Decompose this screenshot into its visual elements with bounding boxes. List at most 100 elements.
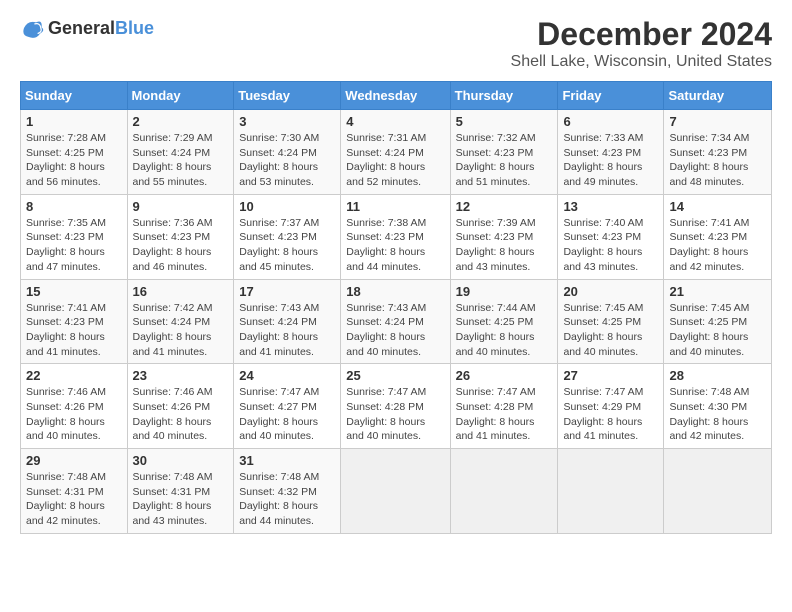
calendar-week-row: 15 Sunrise: 7:41 AM Sunset: 4:23 PM Dayl… xyxy=(21,279,772,364)
sunrise-label: Sunrise: 7:37 AM xyxy=(239,217,319,229)
daylight-minutes: and 52 minutes. xyxy=(346,176,421,188)
calendar-cell: 4 Sunrise: 7:31 AM Sunset: 4:24 PM Dayli… xyxy=(341,110,450,195)
daylight-minutes: and 40 minutes. xyxy=(669,346,744,358)
sunset-label: Sunset: 4:31 PM xyxy=(133,486,211,498)
calendar-cell: 15 Sunrise: 7:41 AM Sunset: 4:23 PM Dayl… xyxy=(21,279,128,364)
day-info: Sunrise: 7:29 AM Sunset: 4:24 PM Dayligh… xyxy=(133,131,229,190)
calendar-header-row: SundayMondayTuesdayWednesdayThursdayFrid… xyxy=(21,82,772,110)
daylight-label: Daylight: 8 hours xyxy=(346,161,425,173)
sunrise-label: Sunrise: 7:35 AM xyxy=(26,217,106,229)
daylight-minutes: and 40 minutes. xyxy=(346,430,421,442)
daylight-minutes: and 40 minutes. xyxy=(26,430,101,442)
sunrise-label: Sunrise: 7:43 AM xyxy=(346,302,426,314)
daylight-label: Daylight: 8 hours xyxy=(26,500,105,512)
sunrise-label: Sunrise: 7:46 AM xyxy=(133,386,213,398)
daylight-minutes: and 49 minutes. xyxy=(563,176,638,188)
header-cell-saturday: Saturday xyxy=(664,82,772,110)
header-cell-tuesday: Tuesday xyxy=(234,82,341,110)
sunset-label: Sunset: 4:29 PM xyxy=(563,401,641,413)
sunset-label: Sunset: 4:25 PM xyxy=(669,316,747,328)
sunset-label: Sunset: 4:27 PM xyxy=(239,401,317,413)
sunrise-label: Sunrise: 7:36 AM xyxy=(133,217,213,229)
day-info: Sunrise: 7:36 AM Sunset: 4:23 PM Dayligh… xyxy=(133,216,229,275)
sunset-label: Sunset: 4:23 PM xyxy=(239,231,317,243)
sunrise-label: Sunrise: 7:44 AM xyxy=(456,302,536,314)
day-info: Sunrise: 7:48 AM Sunset: 4:31 PM Dayligh… xyxy=(133,470,229,529)
sunset-label: Sunset: 4:23 PM xyxy=(346,231,424,243)
day-number: 19 xyxy=(456,284,553,299)
calendar-cell: 6 Sunrise: 7:33 AM Sunset: 4:23 PM Dayli… xyxy=(558,110,664,195)
daylight-minutes: and 40 minutes. xyxy=(133,430,208,442)
daylight-label: Daylight: 8 hours xyxy=(346,246,425,258)
sunrise-label: Sunrise: 7:34 AM xyxy=(669,132,749,144)
sunrise-label: Sunrise: 7:41 AM xyxy=(26,302,106,314)
sunrise-label: Sunrise: 7:47 AM xyxy=(239,386,319,398)
daylight-label: Daylight: 8 hours xyxy=(26,331,105,343)
daylight-minutes: and 44 minutes. xyxy=(346,261,421,273)
sunset-label: Sunset: 4:23 PM xyxy=(26,316,104,328)
day-info: Sunrise: 7:40 AM Sunset: 4:23 PM Dayligh… xyxy=(563,216,658,275)
sunrise-label: Sunrise: 7:47 AM xyxy=(456,386,536,398)
day-number: 4 xyxy=(346,114,444,129)
sunset-label: Sunset: 4:23 PM xyxy=(669,231,747,243)
sunrise-label: Sunrise: 7:43 AM xyxy=(239,302,319,314)
daylight-label: Daylight: 8 hours xyxy=(239,500,318,512)
calendar-cell: 27 Sunrise: 7:47 AM Sunset: 4:29 PM Dayl… xyxy=(558,364,664,449)
daylight-label: Daylight: 8 hours xyxy=(563,331,642,343)
daylight-label: Daylight: 8 hours xyxy=(133,500,212,512)
daylight-minutes: and 40 minutes. xyxy=(239,430,314,442)
day-info: Sunrise: 7:47 AM Sunset: 4:28 PM Dayligh… xyxy=(346,385,444,444)
day-number: 26 xyxy=(456,368,553,383)
day-info: Sunrise: 7:41 AM Sunset: 4:23 PM Dayligh… xyxy=(669,216,766,275)
daylight-minutes: and 48 minutes. xyxy=(669,176,744,188)
calendar-cell: 8 Sunrise: 7:35 AM Sunset: 4:23 PM Dayli… xyxy=(21,194,128,279)
day-number: 7 xyxy=(669,114,766,129)
calendar-cell xyxy=(341,449,450,534)
day-info: Sunrise: 7:48 AM Sunset: 4:32 PM Dayligh… xyxy=(239,470,335,529)
daylight-minutes: and 40 minutes. xyxy=(346,346,421,358)
sunset-label: Sunset: 4:26 PM xyxy=(26,401,104,413)
daylight-minutes: and 42 minutes. xyxy=(26,515,101,527)
sunset-label: Sunset: 4:24 PM xyxy=(133,316,211,328)
daylight-minutes: and 41 minutes. xyxy=(26,346,101,358)
daylight-label: Daylight: 8 hours xyxy=(346,331,425,343)
calendar-cell: 20 Sunrise: 7:45 AM Sunset: 4:25 PM Dayl… xyxy=(558,279,664,364)
daylight-minutes: and 46 minutes. xyxy=(133,261,208,273)
day-number: 5 xyxy=(456,114,553,129)
daylight-label: Daylight: 8 hours xyxy=(563,416,642,428)
day-info: Sunrise: 7:43 AM Sunset: 4:24 PM Dayligh… xyxy=(239,301,335,360)
calendar-cell xyxy=(450,449,558,534)
calendar-cell: 19 Sunrise: 7:44 AM Sunset: 4:25 PM Dayl… xyxy=(450,279,558,364)
daylight-label: Daylight: 8 hours xyxy=(239,246,318,258)
calendar-cell: 10 Sunrise: 7:37 AM Sunset: 4:23 PM Dayl… xyxy=(234,194,341,279)
sunset-label: Sunset: 4:25 PM xyxy=(563,316,641,328)
daylight-minutes: and 45 minutes. xyxy=(239,261,314,273)
daylight-minutes: and 43 minutes. xyxy=(563,261,638,273)
calendar-week-row: 8 Sunrise: 7:35 AM Sunset: 4:23 PM Dayli… xyxy=(21,194,772,279)
daylight-minutes: and 56 minutes. xyxy=(26,176,101,188)
day-number: 2 xyxy=(133,114,229,129)
main-title: December 2024 xyxy=(511,16,772,53)
day-number: 21 xyxy=(669,284,766,299)
day-number: 28 xyxy=(669,368,766,383)
sunrise-label: Sunrise: 7:45 AM xyxy=(669,302,749,314)
daylight-minutes: and 47 minutes. xyxy=(26,261,101,273)
daylight-minutes: and 42 minutes. xyxy=(669,261,744,273)
sunset-label: Sunset: 4:23 PM xyxy=(456,231,534,243)
day-number: 31 xyxy=(239,453,335,468)
title-area: December 2024 Shell Lake, Wisconsin, Uni… xyxy=(511,16,772,71)
calendar-cell: 12 Sunrise: 7:39 AM Sunset: 4:23 PM Dayl… xyxy=(450,194,558,279)
day-number: 9 xyxy=(133,199,229,214)
sunset-label: Sunset: 4:25 PM xyxy=(26,147,104,159)
sunset-label: Sunset: 4:24 PM xyxy=(239,147,317,159)
day-info: Sunrise: 7:44 AM Sunset: 4:25 PM Dayligh… xyxy=(456,301,553,360)
sunset-label: Sunset: 4:24 PM xyxy=(346,316,424,328)
daylight-minutes: and 40 minutes. xyxy=(563,346,638,358)
daylight-minutes: and 41 minutes. xyxy=(239,346,314,358)
day-info: Sunrise: 7:43 AM Sunset: 4:24 PM Dayligh… xyxy=(346,301,444,360)
day-info: Sunrise: 7:47 AM Sunset: 4:29 PM Dayligh… xyxy=(563,385,658,444)
day-info: Sunrise: 7:37 AM Sunset: 4:23 PM Dayligh… xyxy=(239,216,335,275)
sunrise-label: Sunrise: 7:42 AM xyxy=(133,302,213,314)
daylight-label: Daylight: 8 hours xyxy=(26,246,105,258)
sunset-label: Sunset: 4:28 PM xyxy=(456,401,534,413)
